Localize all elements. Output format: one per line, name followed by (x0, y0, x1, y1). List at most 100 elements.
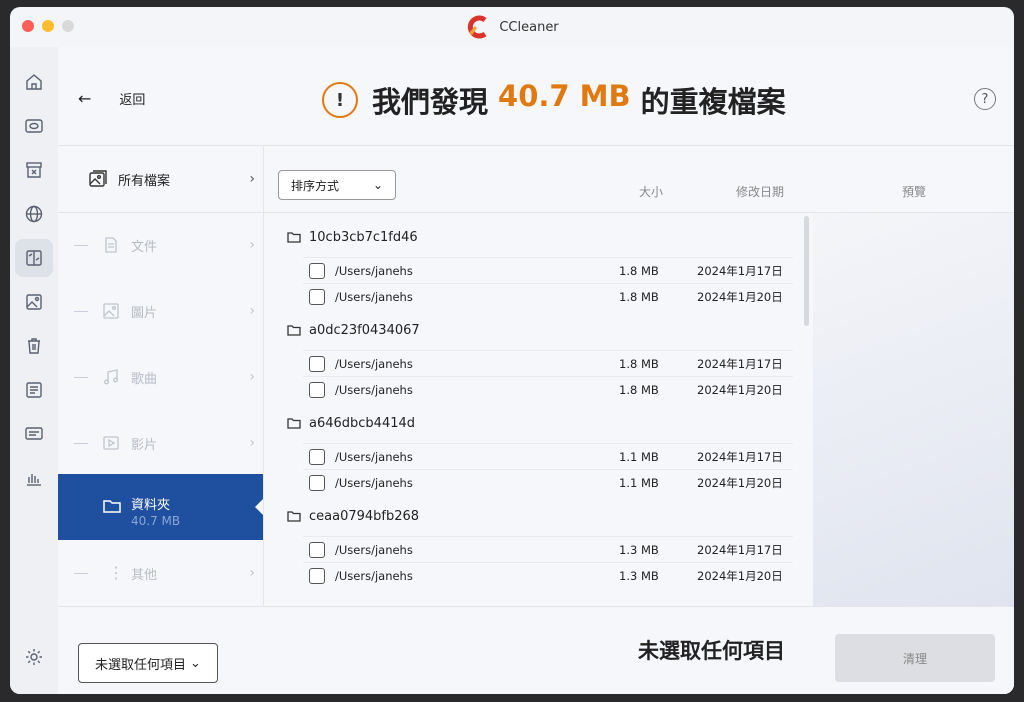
file-date: 2024年1月20日 (697, 289, 783, 304)
category-images[interactable]: 圖片 › (58, 278, 263, 344)
zoom-window-button[interactable] (62, 20, 74, 32)
selection-status: 未選取任何項目 (638, 639, 785, 663)
chevron-right-icon: › (249, 171, 255, 187)
folder-icon (287, 324, 301, 336)
page-header: ← 返回 ! 我們發現 40.7 MB 的重複檔案 ? (58, 47, 1014, 146)
warning-icon: ! (322, 82, 358, 118)
disk-icon[interactable] (15, 107, 53, 145)
folder-icon (287, 510, 301, 522)
title-bar: CCleaner (10, 7, 1014, 47)
category-all-files[interactable]: 所有檔案 › (58, 146, 263, 213)
minimize-window-button[interactable] (42, 20, 54, 32)
file-size: 1.8 MB (619, 356, 659, 371)
more-icon: ⋮ (108, 563, 124, 582)
file-size: 1.8 MB (619, 289, 659, 304)
group-name: a646dbcb4414d (309, 415, 416, 431)
duplicate-list-panel: 排序方式 ⌄ 大小 修改日期 預覽 10cb3cb7c1fd46 /Users/… (263, 146, 1014, 606)
row-checkbox[interactable] (309, 355, 325, 372)
trash-icon[interactable] (15, 327, 53, 365)
video-icon (102, 434, 120, 452)
main-content: ← 返回 ! 我們發現 40.7 MB 的重複檔案 ? 所有檔案 › 文件 › … (58, 47, 1014, 694)
table-row[interactable]: /Users/janehs 1.3 MB 2024年1月20日 (303, 562, 793, 588)
scrollbar-thumb[interactable] (804, 216, 809, 326)
sort-dropdown[interactable]: 排序方式 ⌄ (278, 170, 396, 200)
gear-icon[interactable] (15, 638, 53, 676)
app-title: CCleaner (465, 14, 559, 40)
file-size: 1.8 MB (619, 382, 659, 397)
file-date: 2024年1月17日 (697, 542, 783, 557)
folder-icon (102, 496, 122, 516)
table-row[interactable]: /Users/janehs 1.8 MB 2024年1月20日 (303, 283, 793, 309)
file-date: 2024年1月20日 (697, 475, 783, 490)
app-title-text: CCleaner (499, 19, 559, 35)
table-row[interactable]: /Users/janehs 1.8 MB 2024年1月17日 (303, 257, 793, 283)
file-date: 2024年1月17日 (697, 449, 783, 464)
chart-icon[interactable] (15, 459, 53, 497)
category-videos[interactable]: 影片 › (58, 410, 263, 476)
file-size: 1.1 MB (619, 449, 659, 464)
category-documents[interactable]: 文件 › (58, 212, 263, 278)
preview-pane (813, 213, 1014, 606)
column-header-size[interactable]: 大小 (639, 183, 663, 200)
chevron-right-icon: › (249, 565, 255, 581)
category-active-size: 40.7 MB (131, 514, 181, 528)
sort-label: 排序方式 (291, 178, 340, 193)
music-icon (102, 368, 120, 386)
row-checkbox[interactable] (309, 262, 325, 279)
table-row[interactable]: /Users/janehs 1.8 MB 2024年1月17日 (303, 350, 793, 376)
file-size: 1.8 MB (619, 263, 659, 278)
archive-icon[interactable] (15, 151, 53, 189)
table-row[interactable]: /Users/janehs 1.1 MB 2024年1月20日 (303, 469, 793, 495)
home-icon[interactable] (15, 63, 53, 101)
file-size: 1.3 MB (619, 542, 659, 557)
duplicate-files-icon[interactable] (15, 239, 53, 277)
help-icon[interactable]: ? (974, 88, 996, 110)
table-row[interactable]: /Users/janehs 1.3 MB 2024年1月17日 (303, 536, 793, 562)
category-label: 影片 (131, 437, 158, 453)
list-icon[interactable] (15, 371, 53, 409)
row-checkbox[interactable] (309, 448, 325, 465)
row-checkbox[interactable] (309, 381, 325, 398)
action-footer: 未選取任何項目 ⌄ 未選取任何項目 清理 (58, 606, 1014, 694)
folder-icon (287, 231, 301, 243)
column-header-preview: 預覽 (902, 185, 927, 199)
headline-suffix: 的重複檔案 (640, 85, 786, 119)
table-row[interactable]: /Users/janehs 1.1 MB 2024年1月17日 (303, 443, 793, 469)
file-date: 2024年1月20日 (697, 382, 783, 397)
row-checkbox[interactable] (309, 288, 325, 305)
chevron-down-icon: ⌄ (190, 655, 201, 671)
close-window-button[interactable] (22, 20, 34, 32)
folder-icon (287, 417, 301, 429)
file-path: /Users/janehs (335, 289, 413, 304)
window-controls (22, 20, 74, 32)
row-checkbox[interactable] (309, 474, 325, 491)
column-header-date[interactable]: 修改日期 (736, 183, 784, 200)
category-label: 文件 (131, 239, 158, 255)
file-path: /Users/janehs (335, 542, 413, 557)
image-icon[interactable] (15, 283, 53, 321)
ccleaner-logo-icon (465, 14, 491, 40)
category-songs[interactable]: 歌曲 › (58, 344, 263, 410)
file-path: /Users/janehs (335, 449, 413, 464)
sidebar-rail (10, 47, 58, 694)
row-checkbox[interactable] (309, 567, 325, 584)
file-date: 2024年1月17日 (697, 263, 783, 278)
row-checkbox[interactable] (309, 541, 325, 558)
group-name: ceaa0794bfb268 (309, 508, 420, 524)
image-icon (102, 302, 120, 320)
table-row[interactable]: /Users/janehs 1.8 MB 2024年1月20日 (303, 376, 793, 402)
globe-icon[interactable] (15, 195, 53, 233)
file-path: /Users/janehs (335, 263, 413, 278)
category-label: 圖片 (131, 305, 158, 321)
group-name: a0dc23f0434067 (309, 322, 420, 338)
back-button[interactable]: ← 返回 (78, 89, 145, 108)
selection-dropdown[interactable]: 未選取任何項目 ⌄ (78, 643, 218, 683)
category-label: 歌曲 (131, 371, 158, 387)
category-other[interactable]: ⋮ 其他 › (58, 540, 263, 606)
monitor-icon[interactable] (15, 415, 53, 453)
clean-button[interactable]: 清理 (835, 634, 995, 682)
category-panel: 所有檔案 › 文件 › 圖片 › 歌曲 › 影片 › 資料夾 40.7 MB ⋮… (58, 146, 264, 606)
category-folders[interactable]: 資料夾 40.7 MB (58, 474, 263, 540)
file-size: 1.1 MB (619, 475, 659, 490)
duplicate-files-icon (88, 169, 108, 189)
